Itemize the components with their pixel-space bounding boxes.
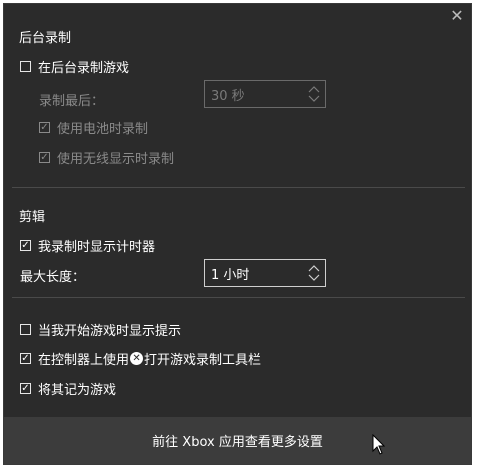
max-length-label: 最大长度： bbox=[20, 270, 86, 285]
close-icon[interactable]: ✕ bbox=[449, 8, 465, 24]
footer-label: 前往 Xbox 应用查看更多设置 bbox=[152, 435, 323, 450]
show-tips-checkbox[interactable]: 当我开始游戏时显示提示 bbox=[20, 320, 181, 339]
xbox-icon: ✕ bbox=[130, 352, 144, 365]
spinner-icon bbox=[307, 264, 321, 282]
checkbox-icon: ✓ bbox=[39, 151, 50, 163]
mark-as-game-checkbox[interactable]: ✓ 将其记为游戏 bbox=[20, 379, 116, 398]
record-last-value: 30 秒 bbox=[211, 88, 245, 104]
record-in-background-checkbox[interactable]: 在后台录制游戏 bbox=[20, 57, 129, 76]
checkbox-icon: ✓ bbox=[39, 121, 50, 133]
controller-prefix-label: 在控制器上使用 bbox=[38, 353, 130, 368]
show-tips-label: 当我开始游戏时显示提示 bbox=[38, 324, 182, 339]
checkbox-icon: ✓ bbox=[20, 352, 31, 364]
record-on-battery-checkbox[interactable]: ✓ 使用电池时录制 bbox=[39, 118, 148, 137]
max-length-value: 1 小时 bbox=[211, 267, 250, 283]
controller-toolbar-checkbox[interactable]: ✓ 在控制器上使用 ✕ 打开游戏录制工具栏 bbox=[20, 349, 261, 368]
record-on-battery-label: 使用电池时录制 bbox=[57, 122, 149, 137]
record-on-wireless-checkbox[interactable]: ✓ 使用无线显示时录制 bbox=[39, 148, 174, 167]
mark-as-game-label: 将其记为游戏 bbox=[38, 383, 117, 398]
section-divider bbox=[12, 297, 465, 298]
show-timer-label: 我录制时显示计时器 bbox=[38, 240, 156, 255]
checkbox-icon: ✓ bbox=[20, 382, 31, 394]
record-on-wireless-label: 使用无线显示时录制 bbox=[57, 152, 175, 167]
show-timer-checkbox[interactable]: ✓ 我录制时显示计时器 bbox=[20, 236, 155, 255]
record-in-background-label: 在后台录制游戏 bbox=[38, 61, 130, 76]
checkbox-icon: ✓ bbox=[20, 239, 31, 251]
mouse-pointer-icon bbox=[372, 434, 386, 455]
controller-suffix-label: 打开游戏录制工具栏 bbox=[144, 353, 262, 368]
game-dvr-settings-panel: ✕ 后台录制 在后台录制游戏 录制最后： 30 秒 ✓ 使用电池时录制 ✓ 使用… bbox=[3, 3, 472, 465]
xbox-app-more-settings-button[interactable]: 前往 Xbox 应用查看更多设置 bbox=[4, 417, 471, 464]
background-recording-heading: 后台录制 bbox=[19, 31, 72, 46]
spinner-icon bbox=[307, 85, 321, 103]
clip-heading: 剪辑 bbox=[19, 210, 46, 225]
section-divider bbox=[12, 187, 465, 188]
record-last-label: 录制最后： bbox=[39, 94, 105, 109]
checkbox-icon bbox=[20, 324, 31, 335]
max-length-dropdown[interactable]: 1 小时 bbox=[204, 259, 326, 287]
record-last-dropdown[interactable]: 30 秒 bbox=[204, 80, 326, 108]
checkbox-icon bbox=[20, 61, 31, 72]
